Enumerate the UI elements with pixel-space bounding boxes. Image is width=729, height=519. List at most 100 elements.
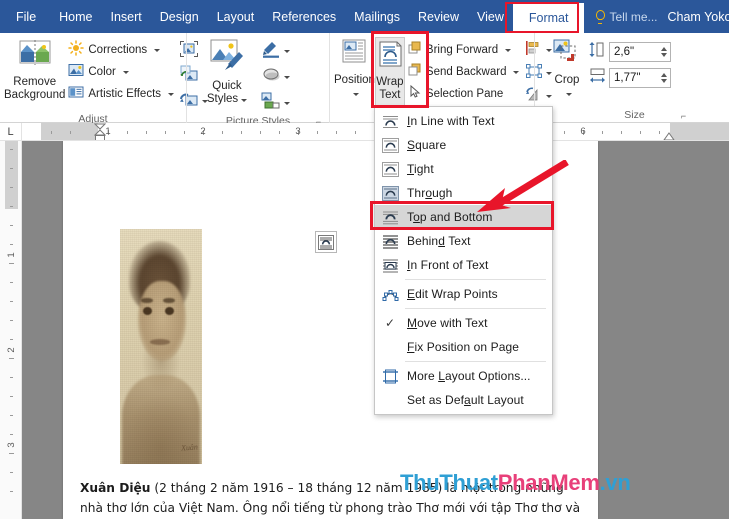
shape-height-stepper[interactable] (661, 47, 668, 57)
vertical-ruler[interactable]: 1 2 3 (0, 141, 22, 519)
tab-insert[interactable]: Insert (102, 0, 151, 33)
menu-item-set-as-default-layout[interactable]: Set as Default Layout (375, 388, 552, 412)
menu-item-top-and-bottom[interactable]: Top and Bottom (375, 205, 552, 229)
menu-item-in-line-with-text[interactable]: In Line with Text (375, 109, 552, 133)
position-button[interactable]: Position (334, 36, 375, 100)
quick-styles-label: Quick Styles (207, 80, 248, 106)
chevron-down-icon[interactable] (122, 70, 129, 74)
send-backward-label: Send Backward (425, 66, 507, 78)
crop-button[interactable]: Crop (545, 36, 589, 100)
tab-design[interactable]: Design (151, 0, 208, 33)
shape-height-input[interactable]: 2,6" (609, 42, 671, 62)
menu-item-label: Edit Wrap Points (407, 287, 498, 301)
group-label-size: Size ⌐ (624, 109, 688, 121)
picture-layout-icon[interactable] (261, 92, 281, 115)
shape-width-icon (589, 67, 606, 89)
shape-width-field[interactable]: 1,77" (589, 67, 671, 89)
ribbon-tab-bar: File Home Insert Design Layout Reference… (0, 0, 729, 33)
chevron-down-icon[interactable] (154, 48, 161, 52)
send-backward-button[interactable]: Send Backward (405, 61, 523, 83)
document-paragraph[interactable]: Xuân Diệu (2 tháng 2 năm 1916 – 18 tháng… (80, 478, 585, 519)
chevron-down-icon[interactable] (284, 50, 290, 53)
portrait-photo: Xuân (120, 229, 202, 464)
menu-item-square[interactable]: Square (375, 133, 552, 157)
shape-height-value: 2,6" (614, 46, 635, 58)
tab-format[interactable]: Format (512, 3, 585, 33)
wrap-text-dropdown-menu[interactable]: In Line with Text Square Tight Through T… (374, 106, 553, 415)
horizontal-ruler[interactable]: L 1 2 3 6 (0, 123, 729, 141)
tab-references[interactable]: References (263, 0, 345, 33)
menu-item-in-front-of-text[interactable]: In Front of Text (375, 253, 552, 277)
tab-home[interactable]: Home (50, 0, 101, 33)
layout-options-button[interactable] (315, 231, 337, 253)
picture-border-icon[interactable] (261, 40, 281, 63)
menu-item-through[interactable]: Through (375, 181, 552, 205)
menu-item-label: Square (407, 138, 447, 152)
menu-item-fix-position-on-page[interactable]: Fix Position on Page (375, 335, 552, 359)
bring-forward-button[interactable]: Bring Forward (405, 39, 523, 61)
color-button[interactable]: Color (65, 61, 177, 83)
inserted-picture[interactable]: Xuân (120, 229, 202, 464)
wrap-topbottom-icon (379, 207, 401, 227)
size-dialog-launcher[interactable]: ⌐ (679, 112, 688, 121)
remove-background-button[interactable]: Remove Background (4, 36, 65, 102)
right-margin-zone (670, 123, 729, 140)
menu-item-label: In Line with Text (407, 114, 495, 128)
selection-pane-icon (408, 84, 422, 104)
chevron-down-icon[interactable] (513, 70, 520, 74)
quick-styles-button[interactable]: Quick Styles (199, 36, 255, 106)
picture-effects-icon[interactable] (261, 66, 281, 89)
shape-width-input[interactable]: 1,77" (609, 68, 671, 88)
color-label: Color (88, 66, 116, 78)
tab-mailings[interactable]: Mailings (345, 0, 409, 33)
menu-item-edit-wrap-points[interactable]: Edit Wrap Points (375, 282, 552, 306)
menu-item-move-with-text[interactable]: ✓ Move with Text (375, 311, 552, 335)
artistic-effects-label: Artistic Effects (88, 88, 162, 100)
corrections-icon (68, 39, 85, 61)
crop-icon (551, 38, 583, 71)
tab-layout-label: Layout (216, 9, 255, 24)
chevron-down-icon[interactable] (168, 92, 175, 96)
artistic-effects-button[interactable]: Artistic Effects (65, 83, 177, 105)
bring-forward-label: Bring Forward (425, 44, 499, 56)
tell-me-box[interactable]: Tell me... (584, 0, 663, 33)
menu-item-more-layout-options[interactable]: More Layout Options... (375, 364, 552, 388)
menu-separator-1 (405, 279, 546, 280)
tab-layout[interactable]: Layout (208, 0, 264, 33)
corrections-button[interactable]: Corrections (65, 39, 177, 61)
menu-item-behind-text[interactable]: Behind Text (375, 229, 552, 253)
account-name[interactable]: Cham Yoko (664, 0, 729, 33)
bring-forward-icon (408, 41, 422, 60)
tab-view[interactable]: View (468, 0, 513, 33)
photo-grain (120, 229, 202, 464)
tab-home-label: Home (59, 9, 93, 24)
tab-references-label: References (272, 9, 337, 24)
menu-separator-2 (405, 308, 546, 309)
ribbon-group-adjust: Remove Background Corrections Color Arti… (0, 33, 209, 125)
tab-format-label: Format (528, 11, 569, 25)
empty-icon-slot (379, 390, 401, 410)
right-indent-marker[interactable] (663, 132, 675, 141)
word-window: File Home Insert Design Layout Reference… (0, 0, 729, 519)
tab-stop-selector[interactable]: L (0, 123, 22, 140)
menu-item-tight[interactable]: Tight (375, 157, 552, 181)
tab-file[interactable]: File (0, 0, 51, 33)
ruler-number-1: 1 (105, 126, 111, 137)
layout-options-icon (318, 234, 334, 250)
left-indent-markers[interactable] (94, 123, 106, 141)
vruler-number-3: 3 (6, 442, 17, 448)
chevron-down-icon[interactable] (284, 76, 290, 79)
tab-review[interactable]: Review (409, 0, 468, 33)
vruler-number-2: 2 (6, 347, 17, 353)
shape-height-field[interactable]: 2,6" (589, 41, 671, 63)
vruler-number-1: 1 (6, 252, 17, 258)
ribbon-group-picture-styles: Quick Styles Picture Styles ⌐ (186, 33, 329, 127)
wrap-text-button[interactable]: Wrap Text (374, 37, 405, 116)
selection-pane-button[interactable]: Selection Pane (405, 83, 523, 105)
empty-icon-slot (379, 337, 401, 357)
chevron-down-icon[interactable] (505, 48, 512, 52)
tab-insert-label: Insert (110, 9, 142, 24)
tab-stop-selector-label: L (7, 126, 14, 138)
chevron-down-icon[interactable] (284, 102, 290, 105)
shape-width-stepper[interactable] (661, 73, 668, 83)
